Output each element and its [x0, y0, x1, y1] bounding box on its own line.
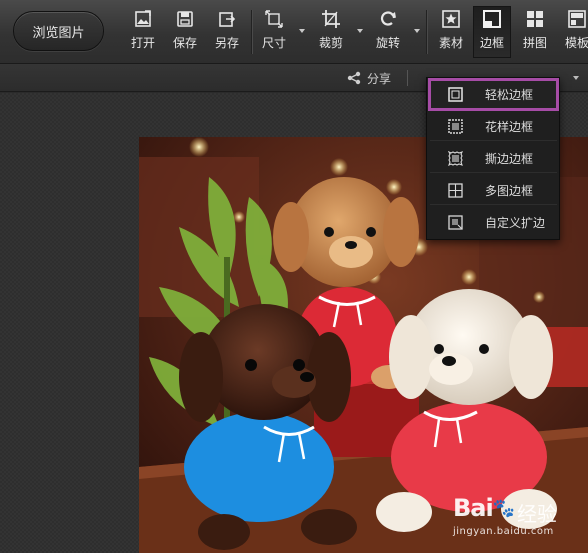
- template-label: 模板: [564, 36, 588, 50]
- size-label: 尺寸: [261, 36, 286, 50]
- border-label: 边框: [479, 36, 504, 50]
- open-button[interactable]: 打开: [124, 9, 162, 55]
- rotate-label: 旋转: [375, 36, 400, 50]
- rotate-icon: [380, 11, 396, 26]
- menu-item-simple-frame[interactable]: 轻松边框: [428, 78, 559, 111]
- menu-item-label: 轻松边框: [485, 87, 534, 102]
- star-sticker-icon: [442, 10, 460, 28]
- menu-item-label: 花样边框: [485, 119, 534, 134]
- border-dropdown-menu: 轻松边框 花样边框 撕边边框 多图边框 自定义扩边: [426, 77, 560, 240]
- save-label: 保存: [172, 36, 197, 50]
- browse-images-label: 浏览图片: [32, 25, 85, 41]
- baidu-jingyan-watermark: Bai🐾 经验 jingyan.baidu.com: [453, 494, 583, 544]
- template-button[interactable]: 模板: [558, 9, 588, 55]
- border-button[interactable]: 边框: [473, 6, 511, 58]
- crop-label: 裁剪: [318, 36, 343, 50]
- toolbar-divider: [426, 10, 427, 54]
- save-icon: [177, 11, 193, 27]
- torn-edge-frame-icon: [448, 150, 463, 166]
- watermark-brand: Bai🐾: [453, 494, 515, 522]
- watermark-experience: 经验: [517, 502, 557, 526]
- menu-item-label: 多图边框: [485, 183, 534, 198]
- paw-icon: 🐾: [492, 498, 515, 519]
- save-as-button[interactable]: 另存: [208, 9, 246, 55]
- crop-icon: [322, 10, 340, 28]
- open-label: 打开: [130, 36, 155, 50]
- watermark-url: jingyan.baidu.com: [453, 526, 554, 537]
- material-label: 素材: [438, 36, 463, 50]
- menu-item-custom-extend[interactable]: 自定义扩边: [430, 208, 557, 237]
- frame-icon: [483, 10, 501, 28]
- menu-item-torn-edge-frame[interactable]: 撕边边框: [430, 144, 557, 173]
- share-label: 分享: [367, 71, 392, 86]
- menu-item-multi-photo-frame[interactable]: 多图边框: [430, 176, 557, 205]
- simple-frame-icon: [448, 86, 463, 102]
- subbar-divider: [407, 70, 408, 86]
- material-button[interactable]: 素材: [432, 9, 470, 55]
- pattern-frame-icon: [448, 118, 463, 134]
- grid-collage-icon: [527, 11, 543, 27]
- rotate-dropdown-caret[interactable]: [414, 29, 420, 33]
- toolbar-divider: [251, 10, 252, 54]
- share-icon: [347, 71, 361, 85]
- collage-button[interactable]: 拼图: [516, 9, 554, 55]
- subbar-dropdown-caret[interactable]: [573, 76, 579, 80]
- open-image-icon: [135, 10, 151, 27]
- size-button[interactable]: 尺寸: [255, 9, 293, 55]
- save-as-label: 另存: [214, 36, 239, 50]
- crop-dropdown-caret[interactable]: [357, 29, 363, 33]
- main-toolbar: 浏览图片 打开 保存 另存 尺寸 裁剪 旋转 素材 边框 拼图 模板: [0, 0, 588, 64]
- save-button[interactable]: 保存: [166, 9, 204, 55]
- crop-button[interactable]: 裁剪: [312, 9, 350, 55]
- menu-item-pattern-frame[interactable]: 花样边框: [430, 112, 557, 141]
- save-as-icon: [219, 12, 236, 27]
- menu-item-label: 撕边边框: [485, 151, 534, 166]
- share-button[interactable]: 分享: [347, 69, 391, 87]
- size-dropdown-caret[interactable]: [299, 29, 305, 33]
- menu-item-label: 自定义扩边: [485, 216, 546, 230]
- browse-images-button[interactable]: 浏览图片: [13, 11, 104, 51]
- template-icon: [568, 10, 586, 28]
- custom-extend-icon: [448, 215, 463, 230]
- rotate-button[interactable]: 旋转: [369, 9, 407, 55]
- resize-icon: [265, 10, 283, 28]
- multi-photo-frame-icon: [448, 182, 463, 198]
- collage-label: 拼图: [522, 36, 547, 50]
